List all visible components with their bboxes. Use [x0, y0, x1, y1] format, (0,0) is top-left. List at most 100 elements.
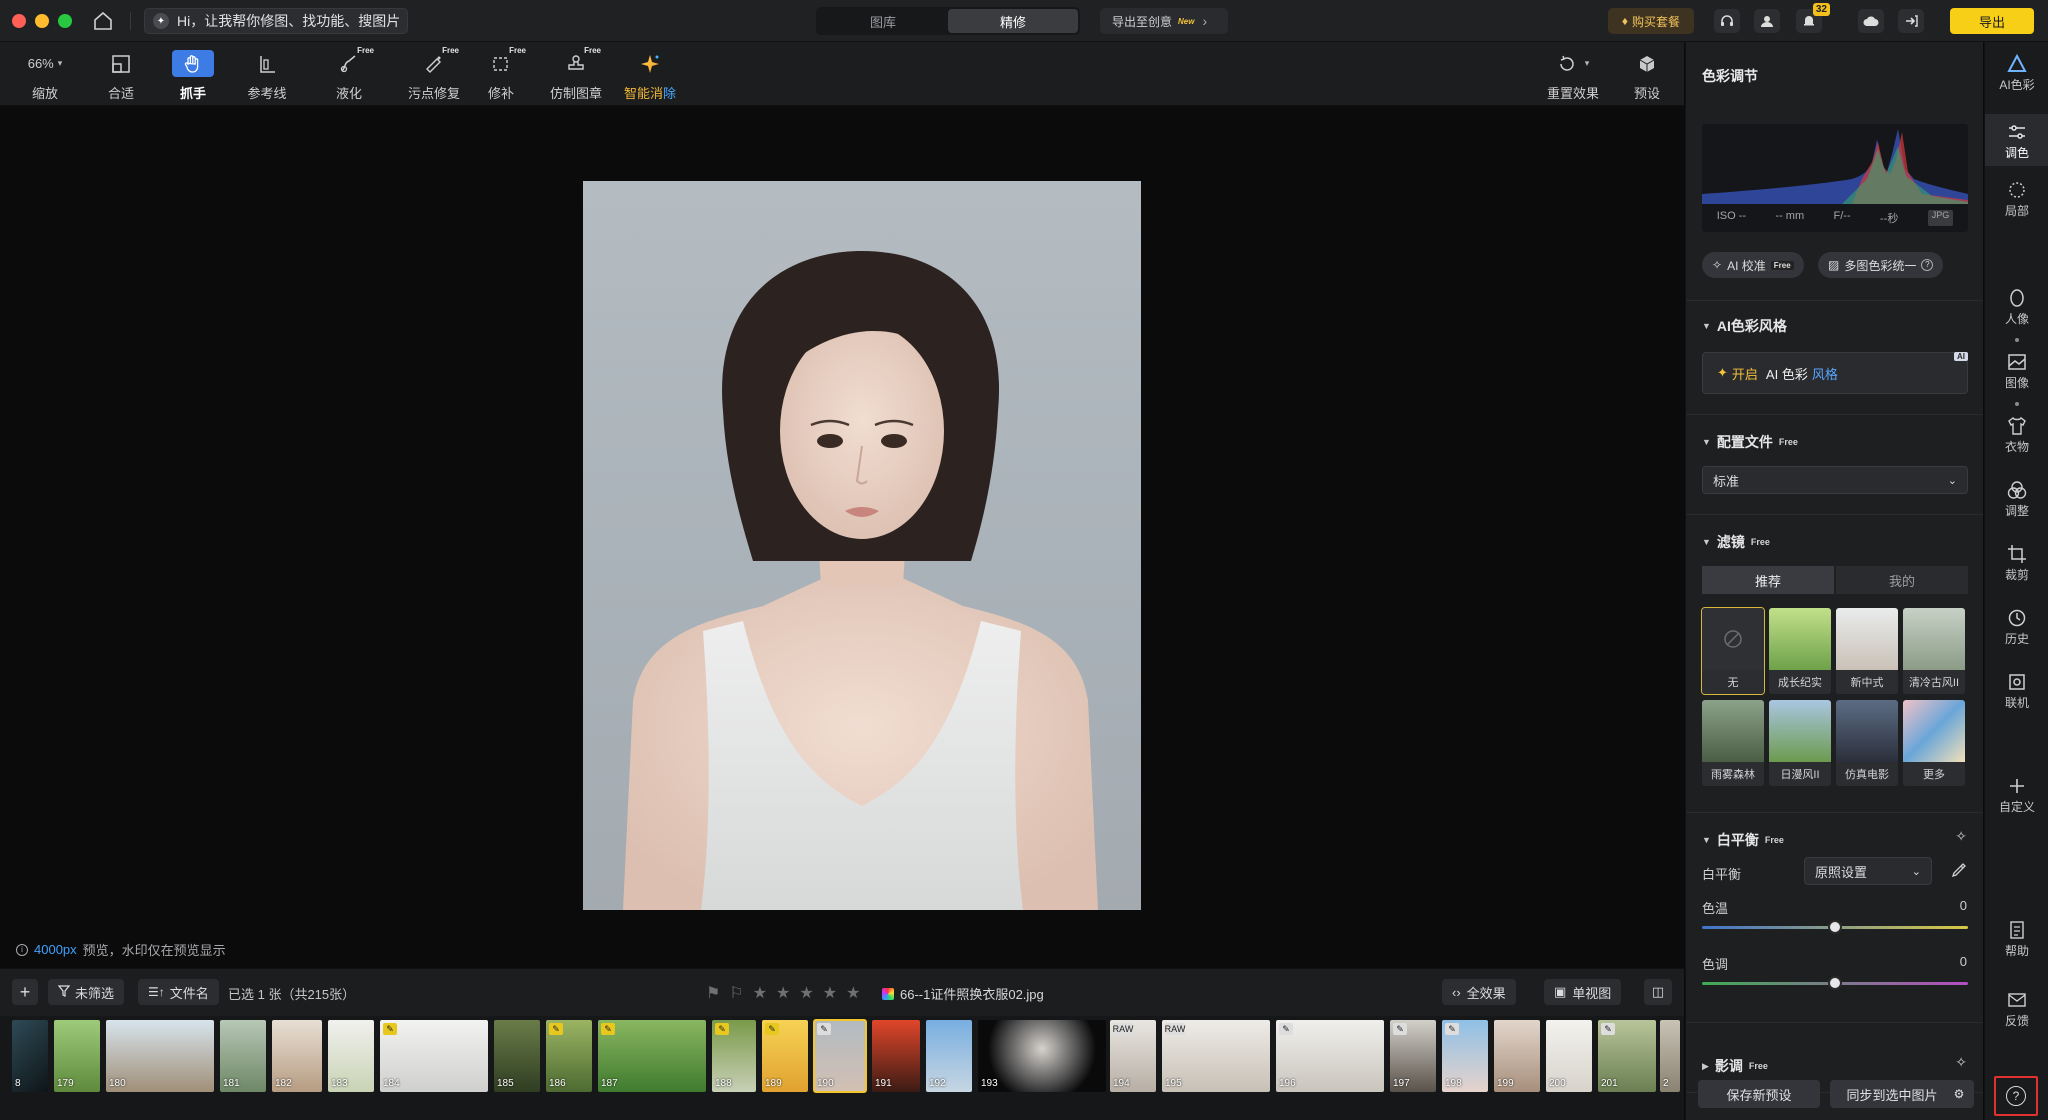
section-filter[interactable]: ▼ 滤镜 Free — [1702, 532, 1770, 552]
flag-icon[interactable]: ⚑ — [706, 983, 720, 1003]
tab-library[interactable]: 图库 — [818, 9, 948, 33]
star-icon[interactable]: ★ — [776, 983, 790, 1003]
buy-plan-button[interactable]: ♦ 购买套餐 — [1608, 8, 1694, 34]
preset-tool[interactable]: 预设 — [1626, 50, 1668, 102]
star-icon[interactable]: ★ — [799, 983, 813, 1003]
filter-anime-style[interactable]: 日漫风II — [1769, 700, 1831, 786]
filter-button[interactable]: 未筛选 — [48, 979, 125, 1005]
filter-growth-record[interactable]: 成长纪实 — [1769, 608, 1831, 694]
notification-bell-icon[interactable]: 32 — [1796, 3, 1830, 33]
rail-help[interactable]: 帮助 — [1985, 918, 2048, 968]
temperature-slider[interactable] — [1702, 920, 1968, 934]
save-new-preset-button[interactable]: 保存新预设 — [1698, 1080, 1820, 1108]
thumbnail[interactable]: 199 — [1494, 1020, 1540, 1092]
split-view-button[interactable]: ◫ — [1644, 979, 1672, 1005]
zoom-dropdown[interactable]: 66% ▾ — [24, 50, 66, 77]
spot-heal-tool[interactable]: Free 污点修复 — [408, 46, 460, 102]
filter-rainy-forest[interactable]: 雨雾森林 — [1702, 700, 1764, 786]
star-icon[interactable]: ★ — [846, 983, 860, 1003]
filter-more[interactable]: 更多 — [1903, 700, 1965, 786]
rail-tether[interactable]: 联机 — [1985, 670, 2048, 720]
sync-settings-button[interactable]: ⚙ — [1944, 1080, 1974, 1108]
ai-calibrate-button[interactable]: ✧ AI 校准 Free — [1702, 252, 1804, 278]
tab-mine[interactable]: 我的 — [1836, 566, 1968, 594]
sync-to-selected-button[interactable]: 同步到选中图片 — [1830, 1080, 1954, 1108]
thumbnail[interactable]: 2 — [1660, 1020, 1680, 1092]
wb-select[interactable]: 原照设置 ⌄ — [1804, 857, 1932, 885]
rail-image[interactable]: 图像 — [1985, 350, 2048, 400]
auto-magic-icon[interactable]: ✧ — [1955, 1054, 1967, 1071]
close-window-button[interactable] — [12, 14, 26, 28]
thumbnail[interactable]: RAW 195 — [1162, 1020, 1270, 1092]
rail-crop[interactable]: 裁剪 — [1985, 542, 2048, 592]
rail-ai-color[interactable]: AI色彩 — [1985, 52, 2048, 102]
thumbnail[interactable]: 179 — [54, 1020, 100, 1092]
canvas-area[interactable]: i 4000px 预览，水印仅在预览显示 — [0, 107, 1684, 968]
section-white-balance[interactable]: ▼ 白平衡 Free — [1702, 830, 1784, 850]
thumbnail[interactable]: RAW 194 — [1110, 1020, 1156, 1092]
liquify-tool[interactable]: Free 液化 — [328, 46, 374, 102]
thumbnail[interactable]: 8 — [12, 1020, 48, 1092]
temperature-slider-thumb[interactable] — [1828, 920, 1842, 934]
filter-new-chinese[interactable]: 新中式 — [1836, 608, 1898, 694]
color-label-icon[interactable] — [882, 987, 894, 1000]
all-effects-toggle[interactable]: ‹› 全效果 — [1442, 979, 1516, 1005]
tab-retouch[interactable]: 精修 — [948, 9, 1078, 33]
thumbnail[interactable]: ✎ 197 — [1390, 1020, 1436, 1092]
reset-effect-tool[interactable]: ▾ 重置效果 — [1546, 50, 1600, 102]
section-ai-color-style[interactable]: ▼ AI色彩风格 — [1702, 316, 1787, 336]
auto-magic-icon[interactable]: ✧ — [1955, 828, 1967, 845]
section-profile[interactable]: ▼ 配置文件 Free — [1702, 432, 1798, 452]
tab-recommended[interactable]: 推荐 — [1702, 566, 1834, 594]
thumbnail[interactable]: 180 — [106, 1020, 214, 1092]
ai-search-bar[interactable]: ✦ Hi，让我帮你修图、找功能、搜图片 — [144, 8, 408, 34]
thumbnail[interactable]: 193 — [978, 1020, 1106, 1092]
rail-customize[interactable]: 自定义 — [1985, 774, 2048, 824]
rail-local[interactable]: 局部 — [1985, 178, 2048, 228]
fit-tool[interactable]: 合适 — [100, 50, 142, 102]
multi-photo-unify-button[interactable]: ▨ 多图色彩统一 ? — [1818, 252, 1944, 278]
thumbnail[interactable]: ✎ 201 — [1598, 1020, 1656, 1092]
thumbnail-selected[interactable]: ✎ 190 — [813, 1019, 867, 1093]
user-icon[interactable] — [1754, 9, 1780, 33]
thumbnail[interactable]: ✎ 188 — [712, 1020, 756, 1092]
thumbnail[interactable]: ✎ 196 — [1276, 1020, 1384, 1092]
patch-tool[interactable]: Free 修补 — [480, 46, 526, 102]
rail-feedback[interactable]: 反馈 — [1985, 988, 2048, 1038]
thumbnail[interactable]: 191 — [872, 1020, 920, 1092]
eyedropper-icon[interactable] — [1951, 862, 1967, 881]
clone-stamp-tool[interactable]: Free 仿制图章 — [550, 46, 602, 102]
thumbnail[interactable]: ✎ 184 — [380, 1020, 488, 1092]
tint-slider[interactable] — [1702, 976, 1968, 990]
hand-tool[interactable]: 抓手 — [172, 50, 214, 102]
rail-color-grading[interactable]: 调色 — [1985, 114, 2048, 166]
thumbnail[interactable]: ✎ 186 — [546, 1020, 592, 1092]
smart-erase-tool[interactable]: 智能消除 — [624, 50, 676, 102]
maximize-window-button[interactable] — [58, 14, 72, 28]
filter-cool-ancient[interactable]: 清冷古风II — [1903, 608, 1965, 694]
star-icon[interactable]: ★ — [823, 983, 837, 1003]
help-circle-icon[interactable]: ? — [1921, 259, 1934, 271]
filmstrip[interactable]: 8 179 180 181 182 183 ✎ 184 185 ✎ 186 ✎ 187… — [0, 1016, 1684, 1120]
thumbnail[interactable]: ✎ 189 — [762, 1020, 808, 1092]
headset-icon[interactable] — [1714, 9, 1740, 33]
thumbnail[interactable]: 185 — [494, 1020, 540, 1092]
rail-clothing[interactable]: 衣物 — [1985, 414, 2048, 464]
star-icon[interactable]: ★ — [753, 983, 767, 1003]
help-question-button[interactable]: ? — [1994, 1076, 2038, 1116]
rail-portrait[interactable]: 人像 — [1985, 286, 2048, 336]
tint-slider-thumb[interactable] — [1828, 976, 1842, 990]
rail-history[interactable]: 历史 — [1985, 606, 2048, 656]
export-button[interactable]: 导出 — [1950, 8, 2034, 34]
filter-film-sim[interactable]: 仿真电影 — [1836, 700, 1898, 786]
minimize-window-button[interactable] — [35, 14, 49, 28]
thumbnail[interactable]: 192 — [926, 1020, 972, 1092]
reject-flag-icon[interactable]: ⚐ — [729, 983, 743, 1003]
cloud-icon[interactable] — [1858, 9, 1884, 33]
thumbnail[interactable]: 200 — [1546, 1020, 1592, 1092]
thumbnail[interactable]: 181 — [220, 1020, 266, 1092]
sort-button[interactable]: ☰↑ 文件名 — [138, 979, 219, 1005]
home-icon[interactable] — [92, 10, 114, 32]
thumbnail[interactable]: 182 — [272, 1020, 322, 1092]
filter-none[interactable]: 无 — [1701, 607, 1765, 695]
